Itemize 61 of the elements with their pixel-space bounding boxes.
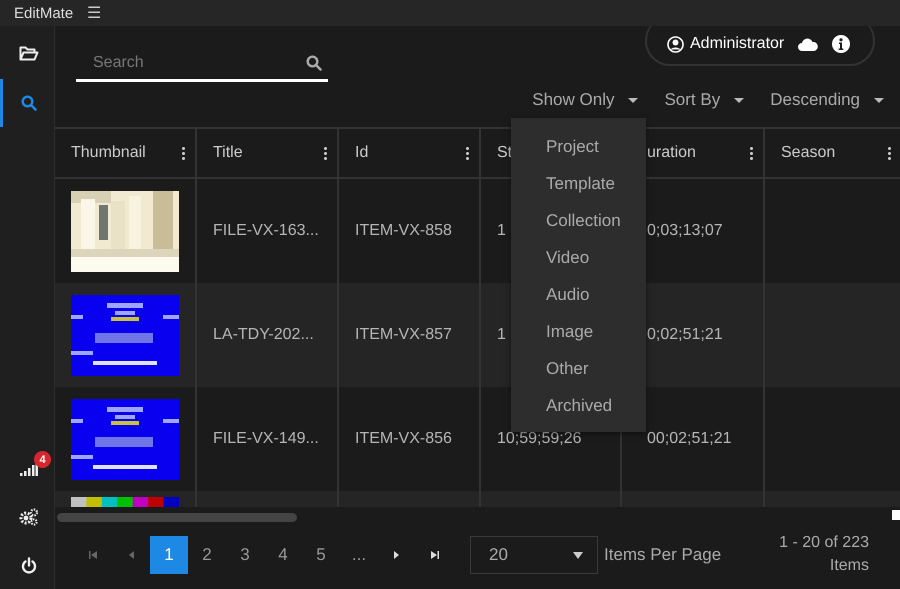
page-button[interactable]: 4 bbox=[264, 536, 302, 574]
column-header[interactable]: Thumbnail bbox=[71, 144, 146, 162]
table-cell: FILE-VX-149... bbox=[213, 430, 319, 448]
kebab-menu-icon[interactable] bbox=[466, 146, 469, 160]
previous-page-icon[interactable] bbox=[127, 550, 135, 560]
menu-icon[interactable]: ☰ bbox=[87, 3, 102, 23]
filter-dropdown[interactable]: Descending bbox=[770, 90, 884, 110]
kebab-menu-icon[interactable] bbox=[182, 146, 185, 160]
page-button[interactable]: 3 bbox=[226, 536, 264, 574]
page-button[interactable]: 2 bbox=[188, 536, 226, 574]
menu-item[interactable]: Template bbox=[511, 165, 646, 202]
cloud-icon[interactable] bbox=[798, 38, 818, 50]
app-title: EditMate bbox=[14, 4, 74, 22]
search-field[interactable]: Search bbox=[76, 46, 328, 82]
range-label: 1 - 20 of 223 Items bbox=[778, 533, 869, 576]
filter-dropdown[interactable]: Show Only bbox=[532, 90, 638, 110]
table-cell: ITEM-VX-856 bbox=[355, 430, 452, 448]
page-button[interactable]: 5 bbox=[302, 536, 340, 574]
table-cell: FILE-VX-163... bbox=[213, 222, 319, 240]
caret-icon bbox=[573, 552, 583, 558]
column-header[interactable]: Season bbox=[781, 144, 836, 162]
menu-item[interactable]: Audio bbox=[511, 276, 646, 313]
next-page-icon[interactable] bbox=[393, 550, 401, 560]
table-cell: 10;59;59;26 bbox=[497, 430, 582, 448]
items-per-page-label: Items Per Page bbox=[604, 545, 722, 565]
table-cell: ITEM-VX-858 bbox=[355, 222, 452, 240]
resize-handle[interactable] bbox=[892, 510, 900, 520]
menu-item[interactable]: Other bbox=[511, 350, 646, 387]
page-button[interactable]: 1 bbox=[150, 536, 188, 574]
menu-item[interactable]: Archived bbox=[511, 387, 646, 424]
folder-icon bbox=[18, 45, 38, 61]
last-page-icon[interactable] bbox=[430, 550, 440, 560]
notification-badge: 4 bbox=[34, 451, 51, 468]
table-cell: 0;03;13;07 bbox=[647, 222, 723, 240]
search-icon bbox=[20, 95, 36, 111]
menu-item[interactable]: Video bbox=[511, 239, 646, 276]
menu-item[interactable]: Image bbox=[511, 313, 646, 350]
column-header[interactable]: Title bbox=[213, 144, 243, 162]
page-button[interactable]: ... bbox=[340, 536, 378, 574]
kebab-menu-icon[interactable] bbox=[750, 146, 753, 160]
filter-dropdown[interactable]: Sort By bbox=[664, 90, 744, 110]
table-cell: 1 bbox=[497, 222, 506, 240]
scrollbar-thumb[interactable] bbox=[57, 513, 297, 522]
table-cell: 1 bbox=[497, 326, 506, 344]
info-icon[interactable] bbox=[832, 35, 850, 53]
menu-item[interactable]: Project bbox=[511, 128, 646, 165]
table-cell: 00;02;51;21 bbox=[647, 430, 732, 448]
column-header[interactable]: uration bbox=[647, 144, 696, 162]
user-icon bbox=[667, 36, 684, 52]
table-cell: LA-TDY-202... bbox=[213, 326, 314, 344]
table-cell: ITEM-VX-857 bbox=[355, 326, 452, 344]
kebab-menu-icon[interactable] bbox=[888, 146, 891, 160]
user-name[interactable]: Administrator bbox=[690, 35, 784, 53]
table-cell: 0;02;51;21 bbox=[647, 326, 723, 344]
kebab-menu-icon[interactable] bbox=[324, 146, 327, 160]
per-page-select[interactable]: 20 bbox=[470, 536, 598, 574]
search-icon bbox=[306, 55, 322, 71]
first-page-icon[interactable] bbox=[88, 550, 98, 560]
menu-item[interactable]: Collection bbox=[511, 202, 646, 239]
column-header[interactable]: St bbox=[497, 144, 512, 162]
column-header[interactable]: Id bbox=[355, 144, 368, 162]
